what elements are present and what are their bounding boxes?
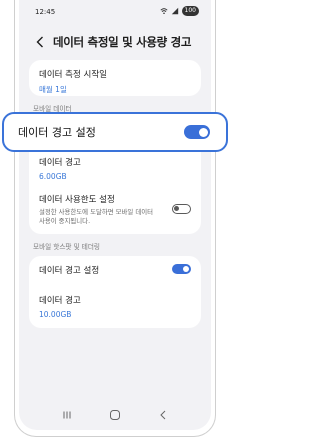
hotspot-warning-value: 10.00GB <box>39 310 72 319</box>
page-title: 데이터 측정일 및 사용량 경고 <box>53 35 192 49</box>
mobile-data-warning-value: 6.00GB <box>39 172 67 181</box>
toggle-knob <box>198 127 208 137</box>
data-limit-desc-line2: 사용이 중지됩니다. <box>39 217 91 225</box>
toggle-knob <box>183 266 189 272</box>
back-arrow-icon <box>36 36 43 48</box>
data-warning-toggle[interactable] <box>184 125 210 139</box>
data-limit-toggle[interactable] <box>172 204 191 214</box>
nav-back-icon[interactable] <box>156 408 170 422</box>
home-icon[interactable] <box>108 408 122 422</box>
hotspot-warning-toggle[interactable] <box>172 264 191 274</box>
recents-icon[interactable] <box>60 408 74 422</box>
measure-start-title: 데이터 측정 시작일 <box>39 70 107 80</box>
navigation-bar <box>19 400 211 430</box>
data-limit-title: 데이터 사용한도 설정 <box>39 195 115 205</box>
section-hotspot: 모바일 핫스팟 및 테더링 <box>33 243 100 251</box>
highlighted-data-warning-setting[interactable]: 데이터 경고 설정 <box>2 112 228 152</box>
hotspot-card: 데이터 경고 설정 데이터 경고 10.00GB <box>29 256 201 328</box>
measure-start-card[interactable]: 데이터 측정 시작일 매월 1일 <box>29 60 201 96</box>
callout-label: 데이터 경고 설정 <box>18 126 96 139</box>
hotspot-warning-item[interactable]: 데이터 경고 10.00GB <box>39 294 81 319</box>
hotspot-warning-title: 데이터 경고 <box>39 296 81 306</box>
toggle-knob <box>174 206 179 211</box>
screen: 12:45 100 데이터 측정일 및 사용량 경고 데이터 측정 시작일 매월… <box>19 0 211 430</box>
status-icons: 100 <box>160 6 199 16</box>
measure-start-value: 매월 1일 <box>39 85 67 94</box>
battery-icon: 100 <box>181 6 199 16</box>
hotspot-warning-setting-title[interactable]: 데이터 경고 설정 <box>39 264 99 276</box>
wifi-icon <box>160 8 168 15</box>
back-button[interactable] <box>33 35 47 49</box>
status-bar: 12:45 100 <box>19 0 211 22</box>
status-time: 12:45 <box>35 8 56 16</box>
mobile-data-warning-title: 데이터 경고 <box>39 158 81 168</box>
page-header: 데이터 측정일 및 사용량 경고 <box>19 30 211 54</box>
mobile-data-warning-item[interactable]: 데이터 경고 6.00GB <box>39 156 81 181</box>
data-limit-desc-line1: 설정한 사용한도에 도달하면 모바일 데이터 <box>39 208 153 216</box>
phone-frame: 12:45 100 데이터 측정일 및 사용량 경고 데이터 측정 시작일 매월… <box>14 0 216 437</box>
signal-icon <box>171 7 178 15</box>
data-limit-item[interactable]: 데이터 사용한도 설정 설정한 사용한도에 도달하면 모바일 데이터 사용이 중… <box>39 193 179 226</box>
